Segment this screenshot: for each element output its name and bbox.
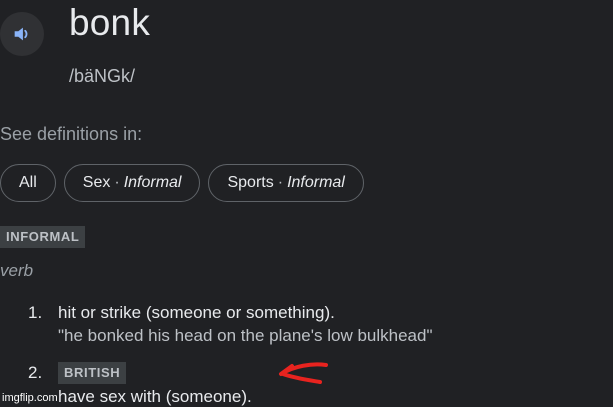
chip-sex-informal[interactable]: Sex · Informal xyxy=(63,164,201,202)
see-definitions-label: See definitions in: xyxy=(0,124,143,144)
speaker-icon xyxy=(14,27,28,41)
sense-definition: hit or strike (someone or something). xyxy=(58,303,335,322)
chip-separator: · xyxy=(277,174,284,191)
chip-separator: · xyxy=(114,174,120,191)
headword: bonk xyxy=(69,2,151,43)
sense-number: 1. xyxy=(28,303,43,322)
watermark: imgflip.com xyxy=(2,392,58,405)
definition-filter-chips: All Sex · Informal Sports · Informal xyxy=(0,164,364,202)
region-badge: BRITISH xyxy=(58,362,127,384)
red-arrow-annotation xyxy=(279,362,328,384)
register-badge: INFORMAL xyxy=(0,226,86,248)
sense-example: "he bonked his head on the plane's low b… xyxy=(58,326,433,345)
chip-label: All xyxy=(19,174,37,191)
pronunciation-play-button[interactable] xyxy=(0,12,44,56)
phonetic-spelling: /bäNGk/ xyxy=(69,66,136,86)
sense-definition: have sex with (someone). xyxy=(58,387,252,406)
sense-number: 2. xyxy=(28,363,43,382)
part-of-speech: verb xyxy=(0,261,34,280)
chip-qualifier: Informal xyxy=(123,174,182,191)
chip-label: Sports xyxy=(227,174,274,191)
chip-label: Sex xyxy=(82,174,111,191)
chip-qualifier: Informal xyxy=(287,174,345,191)
chip-all[interactable]: All xyxy=(0,164,56,202)
chip-sports-informal[interactable]: Sports · Informal xyxy=(208,164,364,202)
